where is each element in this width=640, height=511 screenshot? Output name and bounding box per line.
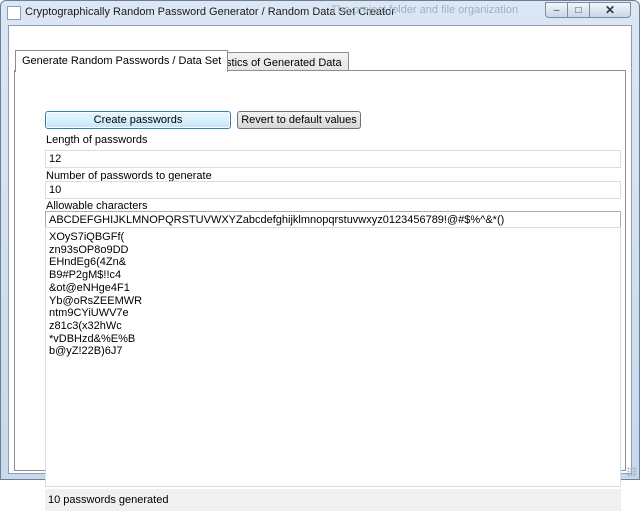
resize-grip-icon[interactable] xyxy=(627,467,637,477)
close-icon: ✕ xyxy=(604,3,616,17)
count-input[interactable]: 10 xyxy=(45,181,621,199)
tab-panel-generate: Create passwords Revert to default value… xyxy=(14,70,626,511)
password-line: &ot@eNHge4F1 xyxy=(49,281,130,294)
length-input[interactable]: 12 xyxy=(45,150,621,168)
password-line: z81c3(x32hWc xyxy=(49,319,122,332)
password-line: b@yZ!22B)6J7 xyxy=(49,345,123,358)
revert-defaults-button[interactable]: Revert to default values xyxy=(237,111,361,129)
window-controls: – □ ✕ xyxy=(545,2,631,20)
close-button[interactable]: ✕ xyxy=(589,2,631,18)
status-bar: 10 passwords generated xyxy=(45,489,621,511)
app-icon xyxy=(7,6,21,20)
password-line: zn93sOP8o9DD xyxy=(49,243,129,256)
title-bar[interactable]: Cryptographically Random Password Genera… xyxy=(1,1,639,25)
password-line: XOyS7iQBGFf( xyxy=(49,231,125,243)
password-line: ntm9CYiUWV7e xyxy=(49,307,129,320)
status-text: 10 passwords generated xyxy=(48,494,169,506)
length-label: Length of passwords xyxy=(46,134,148,146)
maximize-button[interactable]: □ xyxy=(567,2,589,18)
passwords-output[interactable]: XOyS7iQBGFf( zn93sOP8o9DD EHndEg6(4Zn& B… xyxy=(45,227,621,487)
minimize-button[interactable]: – xyxy=(545,2,567,18)
minimize-icon: – xyxy=(553,4,560,16)
password-line: EHndEg6(4Zn& xyxy=(49,256,127,269)
create-passwords-button[interactable]: Create passwords xyxy=(45,111,231,129)
password-line: Yb@oRsZEEMWR xyxy=(49,294,143,307)
maximize-icon: □ xyxy=(575,4,582,16)
password-line: *vDBHzd&%E%B xyxy=(49,332,136,345)
password-line: B9#P2gM$!!c4 xyxy=(49,269,122,282)
client-area: Generate Random Passwords / Data Set Sta… xyxy=(8,25,632,511)
background-window-text: The project folder and file organization xyxy=(331,4,519,16)
tab-generate-passwords[interactable]: Generate Random Passwords / Data Set xyxy=(15,50,229,72)
app-window: Cryptographically Random Password Genera… xyxy=(0,0,640,511)
